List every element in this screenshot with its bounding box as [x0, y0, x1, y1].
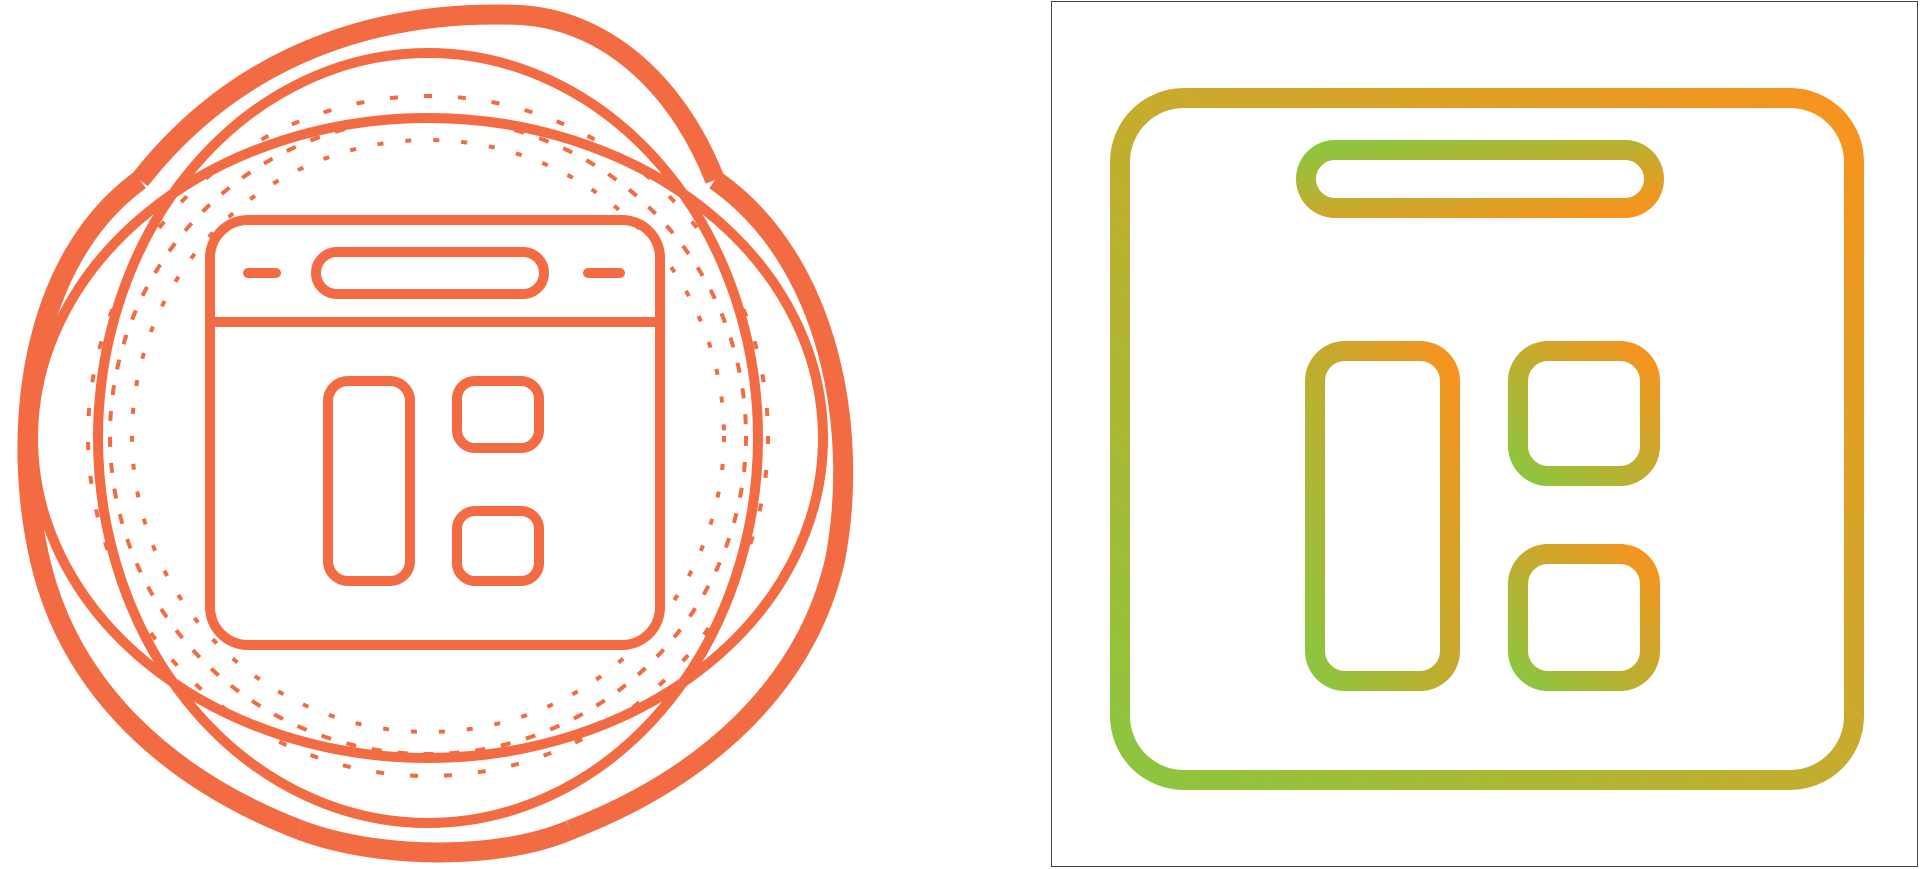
- dotted-ring: [86, 94, 770, 778]
- badge-ring-cross: [28, 113, 828, 763]
- address-bar: [1296, 140, 1664, 218]
- browser-window-icon: [205, 215, 665, 650]
- browser-layout-badge-icon: [17, 4, 854, 863]
- address-bar: [311, 247, 549, 299]
- layout-column-block: [323, 376, 415, 586]
- layout-column-block: [1305, 341, 1460, 691]
- layout-square-bottom: [452, 506, 544, 586]
- browser-frame: [205, 215, 665, 650]
- badge-ring-outer-bottom: [296, 820, 574, 863]
- layout-square-top: [452, 376, 544, 453]
- browser-layout-gradient-icon: [1110, 88, 1864, 790]
- layout-square-bottom: [1508, 544, 1660, 691]
- gradient-icon-panel: [1051, 1, 1918, 867]
- browser-window-icon: [1110, 88, 1864, 790]
- icon-comparison-canvas: [0, 0, 1920, 869]
- badge-icon-panel: [0, 0, 1050, 869]
- layout-square-top: [1508, 341, 1660, 486]
